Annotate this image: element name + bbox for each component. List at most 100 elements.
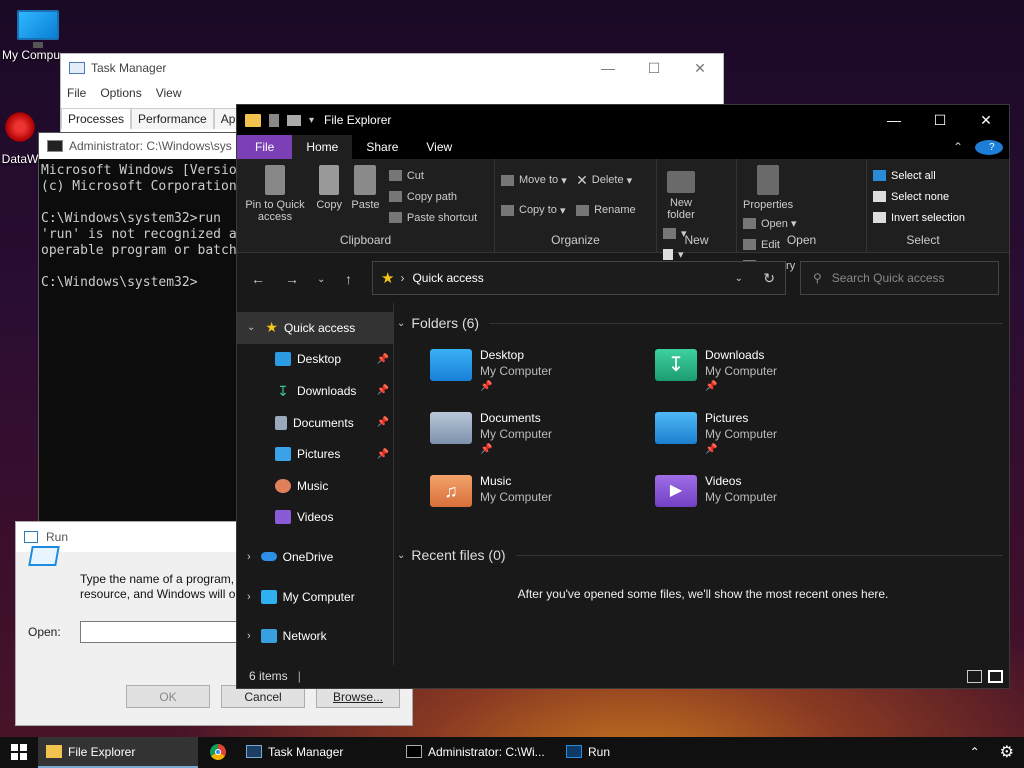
window-title: Run [46,530,69,544]
back-arrow-icon[interactable]: ← [251,271,265,287]
pin-to-quick-access-button[interactable]: Pin to Quick access [243,163,307,223]
taskbar-chrome[interactable] [198,737,238,768]
sidebar-item-documents[interactable]: Documents 📌 [237,407,393,439]
sidebar-item-videos[interactable]: Videos [237,502,393,534]
recent-files-section-header[interactable]: ⌄ Recent files (0) [397,544,1003,566]
desktop-icon-datawrapper[interactable]: DataW [0,110,40,166]
menu-options[interactable]: Options [100,86,141,100]
show-hidden-icons-chevron-icon[interactable]: ⌃ [960,737,990,768]
taskbar-task-manager[interactable]: Task Manager [238,737,398,768]
maximize-icon[interactable]: ☐ [917,105,963,135]
delete-button[interactable]: ✕ Delete ▾ [576,165,636,195]
open-button[interactable]: Open ▾ [743,213,797,234]
paste-button[interactable]: Paste [351,163,380,211]
details-view-icon[interactable] [967,669,982,683]
folder-tile-music[interactable]: ♫ Music My Computer [430,473,640,533]
search-input[interactable]: ⚲ Search Quick access [800,261,999,295]
sidebar-item-pictures[interactable]: Pictures 📌 [237,438,393,470]
cmd-icon [47,140,63,152]
taskbar-cmd[interactable]: Administrator: C:\Wi... [398,737,558,768]
tab-file[interactable]: File [237,135,293,159]
button-label: Select none [891,190,950,203]
collapse-chevron-icon[interactable]: ⌄ [397,550,405,561]
address-dropdown-icon[interactable]: ⌄ [735,273,743,284]
star-icon: ★ [265,319,278,336]
folder-tile-downloads[interactable]: ↧ Downloads My Computer 📌 [655,347,865,407]
chevron-up-icon[interactable]: ⌃ [947,135,969,159]
tab-view[interactable]: View [412,135,466,159]
select-all-button[interactable]: Select all [873,165,965,186]
sidebar-item-onedrive[interactable]: › OneDrive [237,541,393,573]
expand-chevron-icon[interactable]: › [247,630,251,642]
command-prompt-window[interactable]: Administrator: C:\Windows\sys Microsoft … [38,132,248,522]
tab-performance[interactable]: Performance [131,108,214,129]
folder-tile-videos[interactable]: ▶ Videos My Computer [655,473,865,533]
recent-locations-chevron-icon[interactable]: ⌄ [317,274,325,285]
copy-button[interactable]: Copy [316,163,342,211]
folder-name: Music [480,474,512,488]
console-output[interactable]: Microsoft Windows [Versio (c) Microsoft … [39,159,247,295]
cut-button[interactable]: Cut [388,165,477,186]
ok-button[interactable]: OK [126,685,210,708]
up-arrow-icon[interactable]: ↑ [345,271,352,287]
invert-selection-button[interactable]: Invert selection [873,207,965,228]
minimize-icon[interactable]: — [871,105,917,135]
properties-quick-icon[interactable] [269,113,279,127]
start-button[interactable] [0,737,38,768]
folders-section-header[interactable]: ⌄ Folders (6) [397,312,1003,334]
scissors-icon [388,170,402,181]
sidebar-item-quick-access[interactable]: ⌄ ★ Quick access [237,312,393,344]
folder-tile-documents[interactable]: Documents My Computer 📌 [430,410,640,470]
expand-chevron-icon[interactable]: › [247,591,251,603]
collapse-chevron-icon[interactable]: ⌄ [397,318,405,329]
star-icon: ★ [381,270,395,287]
tab-share[interactable]: Share [352,135,412,159]
rename-button[interactable]: Rename [576,195,636,225]
forward-arrow-icon[interactable]: → [285,271,299,287]
large-icons-view-icon[interactable] [988,669,1003,683]
tab-home[interactable]: Home [292,135,353,159]
pane-divider[interactable] [393,303,394,665]
menu-file[interactable]: File [67,86,86,100]
taskbar-file-explorer[interactable]: File Explorer [38,737,198,768]
chevron-down-icon[interactable]: ▾ [309,115,314,126]
copy-path-button[interactable]: Copy path [388,186,477,207]
address-bar[interactable]: ★ › Quick access ⌄ ↻ [372,261,786,295]
window-title: Task Manager [91,61,167,75]
folder-name: Documents [480,411,541,425]
sidebar-item-downloads[interactable]: ↧ Downloads 📌 [237,375,393,407]
maximize-icon[interactable]: ☐ [631,54,677,82]
close-icon[interactable]: ✕ [677,54,723,82]
sidebar-item-music[interactable]: Music [237,470,393,502]
settings-gear-icon[interactable]: ⚙ [990,737,1024,768]
expand-chevron-icon[interactable]: › [247,551,251,563]
sidebar-item-my-computer[interactable]: › My Computer [237,581,393,613]
menu-view[interactable]: View [156,86,182,100]
new-folder-button[interactable]: New folder [663,163,699,221]
close-icon[interactable]: ✕ [963,105,1009,135]
minimize-icon[interactable]: — [585,54,631,82]
paste-shortcut-button[interactable]: Paste shortcut [388,207,477,228]
button-label: Invert selection [891,211,965,224]
folder-tile-pictures[interactable]: Pictures My Computer 📌 [655,410,865,470]
file-explorer-window[interactable]: ▾ File Explorer — ☐ ✕ File Home Share Vi… [236,104,1010,689]
sidebar-item-network[interactable]: › Network [237,620,393,652]
folder-tile-desktop[interactable]: Desktop My Computer 📌 [430,347,640,407]
copy-to-button[interactable]: Copy to ▾ [501,195,567,225]
help-icon[interactable]: ? [969,135,1009,159]
window-title: Administrator: C:\Windows\sys [69,139,232,153]
expand-chevron-icon[interactable]: ⌄ [247,322,255,333]
select-none-button[interactable]: Select none [873,186,965,207]
video-icon [275,510,291,525]
cmd-titlebar[interactable]: Administrator: C:\Windows\sys [39,133,247,159]
properties-button[interactable]: Properties [743,163,793,211]
sidebar-item-desktop[interactable]: Desktop 📌 [237,344,393,376]
new-folder-quick-icon[interactable] [287,114,301,126]
paste-shortcut-icon [388,212,402,223]
move-to-button[interactable]: Move to ▾ [501,165,567,195]
delete-x-icon: ✕ [576,171,588,188]
taskbar-run[interactable]: Run [558,737,708,768]
refresh-icon[interactable]: ↻ [763,270,775,287]
tab-processes[interactable]: Processes [61,108,132,129]
rename-icon [576,204,590,216]
